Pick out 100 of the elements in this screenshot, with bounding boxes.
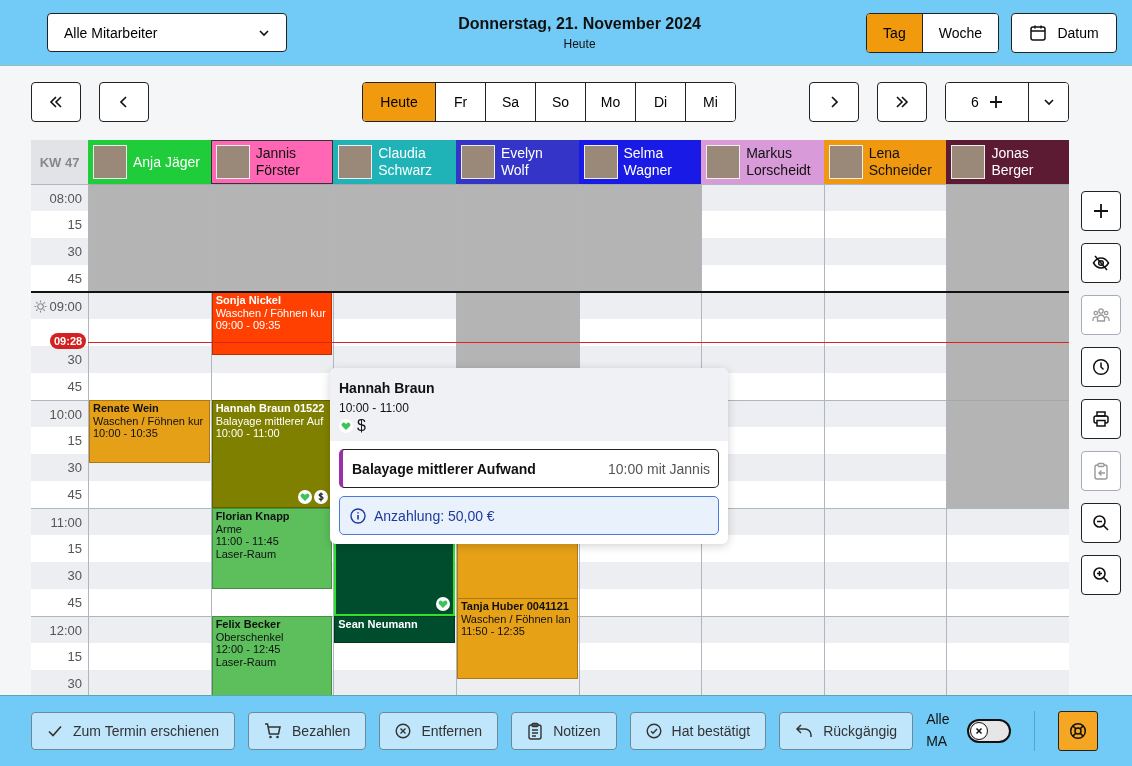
client-name: Sonja Nickel [215,294,283,307]
time-label: 11:00 [50,514,82,530]
time-label: 10:00 [49,406,82,422]
circle-x-icon [395,723,412,739]
printer-icon [1091,410,1110,428]
undo-arrow-icon [795,723,814,739]
help-button[interactable] [1058,711,1099,751]
appointment-time: 10:00 - 11:00 [215,427,281,440]
appointment[interactable]: Renate Wein Waschen / Föhnen kur 10:00 - 10:35 [89,400,210,463]
jump-back-button[interactable] [31,82,81,122]
action-button[interactable]: Notizen [511,712,617,750]
staff-filter-dropdown[interactable]: Alle Mitarbeiter [47,13,287,52]
previous-button[interactable] [99,82,149,122]
double-chevron-left-icon [49,96,63,108]
zoom-out-button[interactable] [1080,503,1121,543]
appointment[interactable]: Florian Knapp Arme 11:00 - 11:45 Laser-Raum [211,508,333,589]
add-button[interactable] [1080,191,1121,231]
day-tab[interactable]: Heute [363,83,435,121]
hide-button[interactable] [1080,243,1121,283]
payment-mark: $ [357,417,366,435]
all-staff-toggle[interactable] [967,719,1012,743]
time-label: 09:00 [49,298,82,314]
appointment[interactable]: Sonja Nickel Waschen / Föhnen kur 09:00 - 09:35 [211,292,333,355]
photo-placeholder [460,145,495,179]
action-button[interactable]: Rückgängig [779,712,914,750]
column-count-dropdown[interactable] [1028,83,1068,121]
appointment-time: 11:50 - 12:35 [460,625,526,638]
appointment-time: 09:00 - 09:35 [215,319,282,332]
staff-header[interactable]: Jannis Förster [210,140,334,184]
plus-icon [1092,203,1109,219]
deposit-note: Anzahlung: 50,00 € [339,496,719,535]
appointment[interactable]: Felix Becker Oberschenkel 12:00 - 12:45 Laser-Raum [211,616,333,695]
time-label: 08:00 [49,190,82,206]
clock-icon [1091,358,1110,376]
appointment[interactable]: Hannah Braun 01522 Balayage mittlerer Auf 10:00 - 11:00 [211,400,333,508]
time-label: 30 [67,568,82,583]
client-name: Felix Becker [215,618,282,631]
current-time-badge: 09:28 [50,333,87,350]
photo-placeholder [215,145,250,179]
check-icon [47,723,63,739]
action-button[interactable]: Hat bestätigt [629,712,767,750]
staff-header[interactable]: Lena Schneider [823,140,947,184]
day-tab[interactable]: Mi [685,83,735,121]
photo-placeholder [93,145,127,179]
time-label: 30 [67,676,82,691]
action-button[interactable]: Zum Termin erschienen [31,712,236,750]
action-button[interactable]: Entfernen [379,712,499,750]
time-label: 30 [67,460,82,475]
photo-placeholder [706,145,741,179]
room-name: Laser-Raum [215,547,278,561]
service-name: Waschen / Föhnen kur [215,306,327,320]
x-icon [975,727,984,735]
appointment[interactable]: Tanja Huber 0041121 Waschen / Föhnen lan 11:50 - 12:35 [456,598,578,679]
service-name: Waschen / Föhnen kur [93,414,205,428]
lifebuoy-icon [1069,722,1088,740]
photo-placeholder [951,145,986,179]
staff-header[interactable]: Evelyn Wolf [455,140,579,184]
clock-button[interactable] [1080,347,1121,387]
appointment-time: 10:00 - 10:35 [93,427,159,440]
service-row[interactable]: Balayage mittlerer Aufwand 10:00 mit Jannis [339,449,719,488]
popover-time: 10:00 - 11:00 [339,401,410,415]
double-chevron-right-icon [895,96,909,108]
popover-client-name: Hannah Braun [339,380,436,396]
photo-placeholder [583,145,618,179]
client-name: Sean Neumann [338,618,419,631]
time-label: 12:00 [49,622,82,638]
staff-header[interactable]: Jonas Berger [946,140,1069,184]
time-label: 45 [67,595,82,610]
action-button[interactable]: Bezahlen [248,712,367,750]
service-name: Balayage mittlerer Auf [215,414,325,428]
clipboard-icon [527,722,544,740]
week-label: KW 47 [31,140,88,184]
eye-slash-icon [1091,254,1110,272]
client-name: Tanja Huber 0041121 [460,600,570,613]
photo-placeholder [828,145,863,179]
zoom-in-button[interactable] [1080,555,1121,595]
date-subtitle: Heute [562,36,597,51]
service-name: Arme [215,522,243,536]
view-tab[interactable]: Tag [867,13,922,52]
staff-header[interactable]: Selma Wagner [578,140,702,184]
time-label: 15 [67,649,82,664]
print-button[interactable] [1080,399,1121,439]
client-name: Florian Knapp [215,510,291,523]
cart-icon [264,722,283,740]
time-label: 30 [67,352,82,367]
people-icon [1091,307,1110,323]
client-name: Hannah Braun 01522 [215,402,326,415]
plus-icon [988,95,1003,109]
staff-header[interactable]: Markus Lorscheidt [701,140,824,184]
toggle-label: Alle MA [926,710,951,751]
date-button[interactable]: Datum [1011,12,1117,53]
sun-icon [34,299,48,313]
photo-placeholder [338,145,373,179]
zoom-out-icon [1091,514,1110,532]
view-tab[interactable]: Woche [921,13,998,52]
jump-forward-button[interactable] [877,82,927,122]
chevron-left-icon [120,96,128,108]
next-button[interactable] [809,82,859,122]
service-name: Oberschenkel [215,630,285,644]
appointment[interactable]: Sean Neumann [334,616,455,643]
